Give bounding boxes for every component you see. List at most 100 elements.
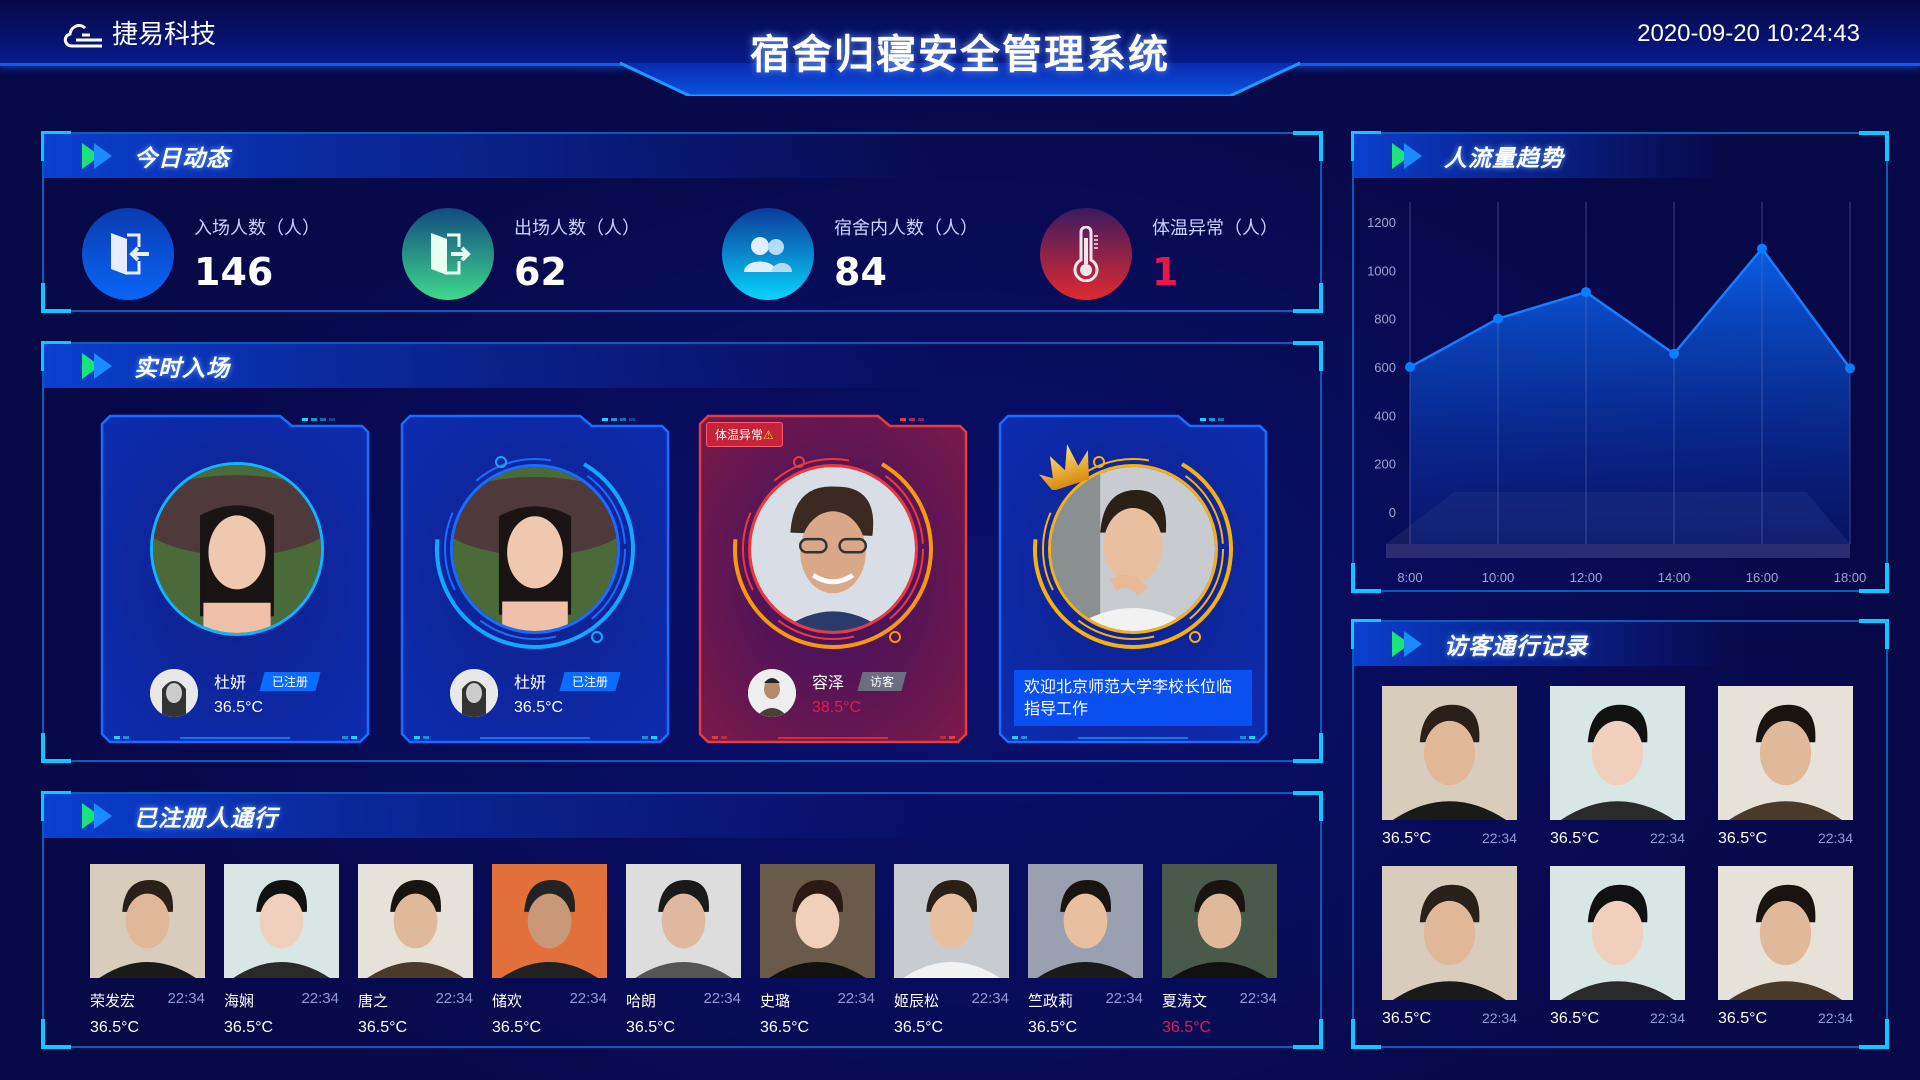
warning-icon: ⚠ — [763, 428, 774, 442]
panel-title: 人流量趋势 — [1444, 146, 1564, 172]
temperature: 38.5°C — [812, 699, 862, 716]
stat-exit: 出场人数（人） 62 — [402, 208, 640, 300]
stat-inside: 宿舍内人数（人） 84 — [722, 208, 978, 300]
face-photo — [150, 462, 324, 636]
stat-value: 1 — [1152, 250, 1179, 294]
pass-time: 22:34 — [301, 990, 339, 1007]
door-enter-icon — [82, 208, 174, 300]
person-name: 史璐 — [760, 992, 791, 1010]
cloud-logo-icon — [63, 23, 102, 47]
face-photo — [894, 864, 1009, 978]
pass-time: 22:34 — [1481, 830, 1517, 846]
today-panel: 今日动态 入场人数（人） 146 出场人数（人） 62 宿舍内人数（人） 84 体温异… — [41, 131, 1323, 313]
temperature: 36.5°C — [626, 1019, 676, 1036]
stat-label: 出场人数（人） — [514, 218, 640, 239]
data-point — [1757, 243, 1767, 254]
stat-value: 146 — [194, 250, 274, 294]
y-tick-label: 0 — [1389, 505, 1396, 520]
person-name: 哈朗 — [626, 992, 657, 1010]
temperature: 36.5°C — [214, 699, 264, 716]
trend-panel-header: 人流量趋势 — [1354, 134, 1727, 178]
stat-label: 入场人数（人） — [194, 218, 320, 239]
double-arrow-icon — [1392, 143, 1422, 169]
x-tick-label: 8:00 — [1397, 570, 1422, 585]
x-tick-label: 12:00 — [1570, 570, 1603, 585]
y-tick-label: 1000 — [1367, 263, 1396, 278]
face-photo — [1028, 864, 1143, 978]
visitors-panel: 访客通行记录 36.5°C 22:34 36.5°C 22:34 36.5°C 22:34… — [1351, 619, 1889, 1049]
registered-item[interactable]: 哈朗 22:34 36.5°C — [626, 864, 741, 1037]
temperature: 36.5°C — [1550, 1010, 1600, 1027]
title-plate: 宿舍归寝安全管理系统 — [600, 0, 1320, 96]
trend-chart: 8:00 10:00 12:00 14:00 16:00 18:00 0 200 400 600 8… — [1367, 202, 1866, 585]
face-photo — [1550, 866, 1685, 1000]
x-tick-label: 16:00 — [1746, 570, 1779, 585]
data-point — [1405, 362, 1415, 372]
realtime-card[interactable]: 杜妍 已注册 36.5°C — [400, 414, 670, 744]
pass-time: 22:34 — [1649, 1010, 1685, 1026]
pass-time: 22:34 — [167, 990, 205, 1007]
data-point — [1845, 363, 1855, 374]
data-point — [1493, 313, 1503, 324]
y-tick-label: 800 — [1374, 312, 1396, 327]
temperature: 36.5°C — [1718, 830, 1768, 847]
visitor-item[interactable]: 36.5°C 22:34 — [1550, 866, 1685, 1028]
temperature: 36.5°C — [894, 1019, 944, 1036]
visitor-item[interactable]: 36.5°C 22:34 — [1382, 686, 1517, 848]
face-photo — [748, 464, 918, 634]
registered-panel: 已注册人通行 荣发宏 22:34 36.5°C 海娴 22:34 36.5°C 唐之 22:3… — [41, 791, 1323, 1049]
registered-item[interactable]: 荣发宏 22:34 36.5°C — [90, 864, 205, 1037]
temperature: 36.5°C — [90, 1019, 140, 1036]
stat-enter: 入场人数（人） 146 — [82, 208, 320, 300]
face-photo — [358, 864, 473, 978]
stat-value: 62 — [514, 250, 567, 294]
person-name: 容泽 — [812, 673, 845, 692]
x-tick-label: 14:00 — [1658, 570, 1691, 585]
person-name: 姬辰松 — [894, 992, 940, 1010]
registered-item[interactable]: 储欢 22:34 36.5°C — [492, 864, 607, 1037]
face-photo — [1718, 866, 1853, 1000]
realtime-card-alert[interactable]: 体温异常⚠ 容泽 访客 38.5°C — [698, 414, 968, 744]
registered-item[interactable]: 史璐 22:34 36.5°C — [760, 864, 875, 1037]
registered-item[interactable]: 海娴 22:34 36.5°C — [224, 864, 339, 1037]
person-name: 夏涛文 — [1162, 992, 1208, 1010]
logo: 捷易科技 — [60, 14, 216, 51]
face-photo — [450, 464, 620, 634]
x-tick-label: 10:00 — [1482, 570, 1515, 585]
person-name: 竺政莉 — [1028, 992, 1074, 1010]
pass-time: 22:34 — [837, 990, 875, 1007]
pass-time: 22:34 — [1239, 990, 1277, 1007]
stat-abnormal-temp: 体温异常（人） 1 — [1040, 208, 1278, 300]
pass-time: 22:34 — [569, 990, 607, 1007]
visitor-item[interactable]: 36.5°C 22:34 — [1382, 866, 1517, 1028]
registered-item[interactable]: 夏涛文 22:34 36.5°C — [1162, 864, 1277, 1037]
stat-label: 宿舍内人数（人） — [834, 218, 978, 239]
pass-time: 22:34 — [1817, 830, 1853, 846]
pass-time: 22:34 — [1649, 830, 1685, 846]
registered-panel-header: 已注册人通行 — [44, 794, 938, 838]
temperature: 36.5°C — [760, 1019, 810, 1036]
pass-time: 22:34 — [703, 990, 741, 1007]
trend-panel: 8:00 10:00 12:00 14:00 16:00 18:00 0 200 400 600 8… — [1351, 131, 1889, 593]
visitor-item[interactable]: 36.5°C 22:34 — [1718, 866, 1853, 1028]
registered-item[interactable]: 姬辰松 22:34 36.5°C — [894, 864, 1009, 1037]
visitor-badge: 访客 — [857, 671, 907, 691]
realtime-card[interactable]: 杜妍 已注册 36.5°C — [100, 414, 370, 744]
registered-item[interactable]: 唐之 22:34 36.5°C — [358, 864, 473, 1037]
realtime-card-vip[interactable]: 欢迎北京师范大学李校长位临指导工作 — [998, 414, 1268, 744]
temperature: 36.5°C — [1162, 1019, 1212, 1036]
visitor-item[interactable]: 36.5°C 22:34 — [1550, 686, 1685, 848]
face-photo — [224, 864, 339, 978]
face-photo — [1162, 864, 1277, 978]
panel-title: 访客通行记录 — [1444, 634, 1588, 660]
temperature: 36.5°C — [358, 1019, 408, 1036]
face-photo — [626, 864, 741, 978]
realtime-panel: 实时入场 杜妍 已注册 36.5°C 杜妍 已注册 36.5°C 体温异常⚠ 容… — [41, 341, 1323, 763]
visitor-item[interactable]: 36.5°C 22:34 — [1718, 686, 1853, 848]
face-photo — [1550, 686, 1685, 820]
chart-area — [1410, 248, 1850, 544]
door-exit-icon — [402, 208, 494, 300]
registered-item[interactable]: 竺政莉 22:34 36.5°C — [1028, 864, 1143, 1037]
pass-time: 22:34 — [1481, 1010, 1517, 1026]
thermometer-icon — [1040, 208, 1132, 300]
